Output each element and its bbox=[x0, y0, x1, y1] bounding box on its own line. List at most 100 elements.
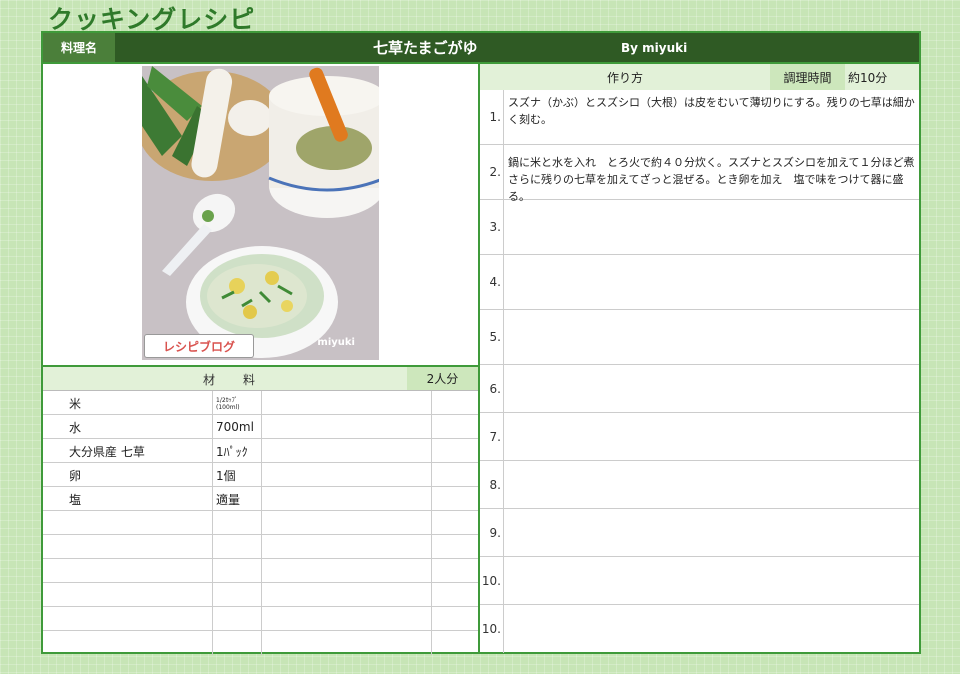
ingredient-note bbox=[262, 439, 432, 463]
ingredient-qty: 適量 bbox=[213, 487, 262, 511]
ingredient-extra bbox=[432, 463, 478, 487]
ingredient-qty bbox=[213, 535, 262, 559]
step-row: 5. bbox=[480, 310, 919, 365]
ingredient-name bbox=[43, 511, 213, 535]
recipe-header: 料理名 七草たまごがゆ By miyuki bbox=[43, 33, 919, 64]
ingredient-note bbox=[262, 391, 432, 415]
ingredient-qty: 700ml bbox=[213, 415, 262, 439]
ingredient-name: 水 bbox=[43, 415, 213, 439]
cooking-time-value: 約10分 bbox=[845, 64, 919, 90]
step-number: 10. bbox=[480, 605, 504, 653]
step-number: 9. bbox=[480, 509, 504, 556]
ingredient-row: 大分県産 七草 1ﾊﾟｯｸ bbox=[43, 439, 478, 463]
ingredient-extra bbox=[432, 415, 478, 439]
ingredient-row bbox=[43, 559, 478, 583]
ingredient-name bbox=[43, 583, 213, 607]
step-row: 10. bbox=[480, 605, 919, 653]
ingredient-note bbox=[262, 511, 432, 535]
step-row: 9. bbox=[480, 509, 919, 557]
ingredient-name: 塩 bbox=[43, 487, 213, 511]
right-panel: 作り方 調理時間 約10分 1. スズナ（かぶ）とスズシロ（大根）は皮をむいて薄… bbox=[480, 64, 919, 653]
ingredient-qty bbox=[213, 559, 262, 583]
step-number: 7. bbox=[480, 413, 504, 460]
ingredient-extra bbox=[432, 487, 478, 511]
ingredient-qty bbox=[213, 631, 262, 655]
ingredient-qty bbox=[213, 511, 262, 535]
ingredient-qty: 1/2ｶｯﾌﾟ(100ml) bbox=[213, 391, 262, 415]
step-text: スズナ（かぶ）とスズシロ（大根）は皮をむいて薄切りにする。残りの七草は細かく刻む… bbox=[508, 96, 915, 126]
step-row: 6. bbox=[480, 365, 919, 413]
step-number: 4. bbox=[480, 255, 504, 309]
ingredient-extra bbox=[432, 583, 478, 607]
author: By miyuki bbox=[621, 41, 688, 55]
ingredients-table: 米 1/2ｶｯﾌﾟ(100ml) 水 700ml 大分県産 七草 1ﾊﾟｯｸ 卵… bbox=[43, 391, 478, 655]
ingredient-note bbox=[262, 487, 432, 511]
ingredients-title: 材 料 bbox=[203, 373, 264, 387]
step-number: 5. bbox=[480, 310, 504, 364]
step-number: 1. bbox=[480, 90, 504, 144]
ingredient-row: 水 700ml bbox=[43, 415, 478, 439]
ingredient-qty: 1ﾊﾟｯｸ bbox=[213, 439, 262, 463]
ingredient-row bbox=[43, 583, 478, 607]
step-row: 1. スズナ（かぶ）とスズシロ（大根）は皮をむいて薄切りにする。残りの七草は細か… bbox=[480, 90, 919, 145]
ingredient-row bbox=[43, 607, 478, 631]
steps-header: 作り方 調理時間 約10分 bbox=[480, 64, 919, 90]
ingredient-note bbox=[262, 583, 432, 607]
ingredient-note bbox=[262, 631, 432, 655]
dish-photo-illustration bbox=[142, 66, 379, 360]
ingredient-name: 卵 bbox=[43, 463, 213, 487]
step-row: 10. bbox=[480, 557, 919, 605]
ingredient-extra bbox=[432, 535, 478, 559]
ingredient-row bbox=[43, 631, 478, 655]
ingredient-qty bbox=[213, 607, 262, 631]
ingredient-extra bbox=[432, 439, 478, 463]
ingredient-note bbox=[262, 607, 432, 631]
dish-photo: レシピブログ miyuki bbox=[142, 66, 379, 360]
ingredient-name: 米 bbox=[43, 391, 213, 415]
ingredient-note bbox=[262, 415, 432, 439]
ingredient-name: 大分県産 七草 bbox=[43, 439, 213, 463]
dish-name-label: 料理名 bbox=[43, 33, 115, 62]
step-row: 8. bbox=[480, 461, 919, 509]
ingredient-note bbox=[262, 535, 432, 559]
step-number: 10. bbox=[480, 557, 504, 604]
ingredient-qty: 1個 bbox=[213, 463, 262, 487]
step-number: 3. bbox=[480, 200, 504, 254]
step-number: 8. bbox=[480, 461, 504, 508]
ingredient-note bbox=[262, 559, 432, 583]
step-row: 4. bbox=[480, 255, 919, 310]
steps-list: 1. スズナ（かぶ）とスズシロ（大根）は皮をむいて薄切りにする。残りの七草は細か… bbox=[480, 90, 919, 653]
ingredient-name bbox=[43, 607, 213, 631]
ingredient-name bbox=[43, 535, 213, 559]
recipe-blog-logo: レシピブログ bbox=[144, 334, 254, 358]
dish-name: 七草たまごがゆ bbox=[373, 39, 478, 57]
cooking-time-label: 調理時間 bbox=[770, 64, 845, 90]
ingredient-row: 米 1/2ｶｯﾌﾟ(100ml) bbox=[43, 391, 478, 415]
ingredient-name bbox=[43, 559, 213, 583]
ingredient-note bbox=[262, 463, 432, 487]
ingredient-row: 卵 1個 bbox=[43, 463, 478, 487]
step-text: 鍋に米と水を入れ とろ火で約４０分炊く。スズナとスズシロを加えて１分ほど煮さらに… bbox=[508, 156, 915, 203]
step-number: 2. bbox=[480, 145, 504, 199]
ingredient-qty bbox=[213, 583, 262, 607]
ingredient-extra bbox=[432, 559, 478, 583]
photo-credit: miyuki bbox=[317, 337, 355, 348]
photo-area: レシピブログ miyuki bbox=[43, 64, 478, 367]
servings: 2人分 bbox=[407, 367, 478, 390]
ingredient-row bbox=[43, 511, 478, 535]
ingredients-header: 材 料 2人分 bbox=[43, 367, 478, 391]
ingredient-extra bbox=[432, 631, 478, 655]
ingredient-name bbox=[43, 631, 213, 655]
step-row: 2. 鍋に米と水を入れ とろ火で約４０分炊く。スズナとスズシロを加えて１分ほど煮… bbox=[480, 145, 919, 203]
ingredient-extra bbox=[432, 391, 478, 415]
ingredient-row bbox=[43, 535, 478, 559]
ingredient-extra bbox=[432, 607, 478, 631]
recipe-sheet: 料理名 七草たまごがゆ By miyuki レシピブログ miyuki 材 料 … bbox=[41, 31, 921, 655]
left-panel: レシピブログ miyuki 材 料 2人分 米 1/2ｶｯﾌﾟ(100ml) 水… bbox=[43, 64, 480, 655]
step-number: 6. bbox=[480, 365, 504, 412]
steps-title: 作り方 bbox=[480, 64, 770, 90]
ingredient-row: 塩 適量 bbox=[43, 487, 478, 511]
step-row: 7. bbox=[480, 413, 919, 461]
ingredient-extra bbox=[432, 511, 478, 535]
step-row: 3. bbox=[480, 200, 919, 255]
